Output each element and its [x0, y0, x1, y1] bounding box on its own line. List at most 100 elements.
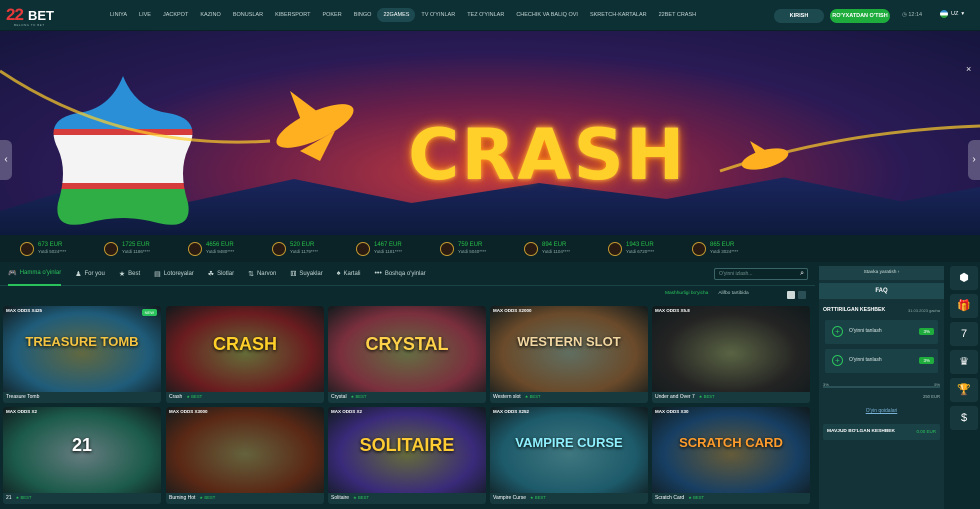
- winner-amount: 673 EUR: [38, 242, 63, 248]
- sort-alphabetical[interactable]: Alifbo tartibida: [718, 291, 748, 296]
- nav-item[interactable]: 22BET CRASH: [653, 8, 703, 22]
- tab-ladder[interactable]: ⇅ Narvon: [248, 262, 276, 286]
- winner-text: 1725 EUR Yutdi 1186****: [122, 242, 150, 255]
- winner-item: 1725 EUR Yutdi 1186****: [84, 235, 168, 262]
- nav-item[interactable]: POKER: [316, 8, 347, 22]
- language-selector[interactable]: UZ ▾: [940, 10, 964, 18]
- winner-user: Yutdi 9480****: [206, 249, 235, 254]
- game-search-input[interactable]: O'yinni izlash... ⌕: [714, 268, 808, 280]
- dollar-icon[interactable]: $: [950, 406, 978, 430]
- game-card[interactable]: TREASURE TOMB MAX ODDS X425 NEW Treasure To…: [3, 306, 161, 403]
- game-card[interactable]: WESTERN SLOT MAX ODDS X2000 Western slot ★ …: [490, 306, 648, 403]
- tab-slot[interactable]: ☘ Slotlar: [208, 262, 234, 286]
- winner-amount: 865 EUR: [710, 242, 735, 248]
- game-title-art: WESTERN SLOT: [517, 334, 621, 349]
- seven-icon[interactable]: 7: [950, 322, 978, 346]
- faq-button[interactable]: FAQ: [819, 283, 944, 299]
- game-category-tabs: 🎮 Hamma o'yinlar ♟ For you ★ Best ▤ Lotoreyalar…: [0, 262, 815, 286]
- game-name-row: Western slot ★ BEST: [493, 394, 541, 400]
- winner-user: Yutdi 1181****: [374, 249, 402, 254]
- banner-close-icon[interactable]: ×: [966, 64, 976, 74]
- rules-link[interactable]: O'yin qoidalari: [819, 408, 944, 414]
- banner-next-button[interactable]: ›: [968, 140, 980, 180]
- nav-item[interactable]: BONUSLAR: [227, 8, 269, 22]
- pick-game-slot[interactable]: + O'yinni tanlash 3%: [825, 320, 938, 344]
- trophy-icon[interactable]: 🏆: [950, 378, 978, 402]
- game-title-art: SCRATCH CARD: [679, 435, 783, 450]
- best-badge: ★ BEST: [199, 495, 216, 500]
- tab-star[interactable]: ★ Best: [119, 262, 140, 286]
- register-button[interactable]: RO'YXATDAN O'TISH: [830, 9, 890, 23]
- nav-item[interactable]: 22GAMES: [377, 8, 416, 22]
- game-card[interactable]: SOLITAIRE MAX ODDS X2 Solitaire ★ BEST: [328, 407, 486, 504]
- winner-item: 894 EUR Yutdi 1104****: [504, 235, 588, 262]
- game-logo-icon: [188, 241, 202, 256]
- tab-label: Best: [128, 270, 141, 277]
- game-card[interactable]: SCRATCH CARD MAX ODDS X30 Scratch Card ★ BE…: [652, 407, 810, 504]
- clock-time: 12:14: [908, 12, 923, 18]
- chevron-down-icon: ▾: [961, 11, 965, 17]
- side-toolbar: ⬢ 🎁 7 ♛ 🏆 $: [950, 266, 980, 430]
- tab-more[interactable]: ••• Boshqa o'yinlar: [374, 262, 425, 286]
- nav-item[interactable]: LIVE: [133, 8, 157, 22]
- game-card[interactable]: CRASH Crash ★ BEST: [166, 306, 324, 403]
- winner-text: 520 EUR Yutdi 1179****: [290, 242, 318, 255]
- winner-user: Yutdi 5040****: [458, 249, 487, 254]
- tab-dice[interactable]: ⚅ Suyaklar: [290, 262, 322, 286]
- game-card[interactable]: CRYSTAL Crystal ★ BEST: [328, 306, 486, 403]
- logo-text: BET: [28, 8, 54, 23]
- game-logo-icon: [20, 241, 34, 256]
- grid-view-icon[interactable]: [787, 291, 795, 299]
- logo[interactable]: 22 BET BELONG TO BET: [6, 5, 66, 27]
- promo-banner[interactable]: CRASH ‹ › ×: [0, 31, 980, 235]
- game-thumbnail: [652, 306, 810, 392]
- nav-item[interactable]: SKRETCH-KARTALAR: [584, 8, 653, 22]
- search-icon[interactable]: ⌕: [800, 269, 804, 279]
- game-name: Solitaire: [331, 495, 350, 501]
- casino-chip-icon[interactable]: ⬢: [950, 266, 978, 290]
- nav-item[interactable]: TV O'YINLAR: [415, 8, 461, 22]
- tab-cards[interactable]: ♠ Kartali: [337, 262, 361, 286]
- pick-game-slot[interactable]: + O'yinni tanlash 3%: [825, 349, 938, 373]
- award-icon[interactable]: ♛: [950, 350, 978, 374]
- nav-item[interactable]: BINGO: [348, 8, 378, 22]
- max-odds-badge: MAX ODDS X3000: [169, 409, 208, 414]
- search-placeholder: O'yinni izlash...: [719, 271, 753, 277]
- game-name-row: Crash ★ BEST: [169, 394, 202, 400]
- view-toggle: [787, 291, 806, 299]
- game-card[interactable]: VAMPIRE CURSE MAX ODDS X252 Vampire Curse ★…: [490, 407, 648, 504]
- nav-item[interactable]: LINIYA: [104, 8, 133, 22]
- best-badge: ★ BEST: [15, 495, 32, 500]
- stake-amount: 250 EUR: [923, 394, 940, 399]
- chevron-right-icon: ›: [897, 270, 900, 275]
- cashback-slider[interactable]: [823, 386, 940, 388]
- tab-ticket[interactable]: ▤ Lotoreyalar: [154, 262, 194, 286]
- banner-prev-button[interactable]: ‹: [0, 140, 12, 180]
- login-button[interactable]: KIRISH: [774, 9, 824, 23]
- bet-slip-tab[interactable]: Stavka yaratish ›: [819, 266, 944, 280]
- tab-gamepad[interactable]: 🎮 Hamma o'yinlar: [8, 262, 62, 286]
- list-view-icon[interactable]: [798, 291, 806, 299]
- game-card[interactable]: 21 MAX ODDS X2 21 ★ BEST: [3, 407, 161, 504]
- clock: ◷ 12:14: [902, 12, 922, 18]
- game-logo-icon: [104, 241, 118, 256]
- winner-text: 894 EUR Yutdi 1104****: [542, 242, 570, 255]
- game-name: Crash: [169, 394, 183, 400]
- game-card[interactable]: MAX ODDS X3000 Burning Hot ★ BEST: [166, 407, 324, 504]
- max-odds-badge: MAX ODDS X425: [6, 308, 43, 313]
- nav-item[interactable]: JACKPOT: [157, 8, 194, 22]
- winner-item: 759 EUR Yutdi 5040****: [420, 235, 504, 262]
- nav-item[interactable]: TEZ O'YINLAR: [461, 8, 510, 22]
- game-name-row: Vampire Curse ★ BEST: [493, 495, 546, 501]
- game-card[interactable]: MAX ODDS X5.8 Under and Over 7 ★ BEST: [652, 306, 810, 403]
- tab-user[interactable]: ♟ For you: [75, 262, 105, 286]
- nav-item[interactable]: KIBERSPORT: [269, 8, 316, 22]
- game-name-row: 21 ★ BEST: [6, 495, 31, 501]
- nav-item[interactable]: CHECHIK VA BALIQ OVI: [510, 8, 584, 22]
- flag-icon: [940, 10, 948, 18]
- sort-popular[interactable]: Mashhurligi bo'yicha: [665, 291, 708, 296]
- nav-item[interactable]: KAZINO: [194, 8, 226, 22]
- winner-text: 759 EUR Yutdi 5040****: [458, 242, 486, 255]
- gift-icon[interactable]: 🎁: [950, 294, 978, 318]
- winner-amount: 759 EUR: [458, 242, 483, 248]
